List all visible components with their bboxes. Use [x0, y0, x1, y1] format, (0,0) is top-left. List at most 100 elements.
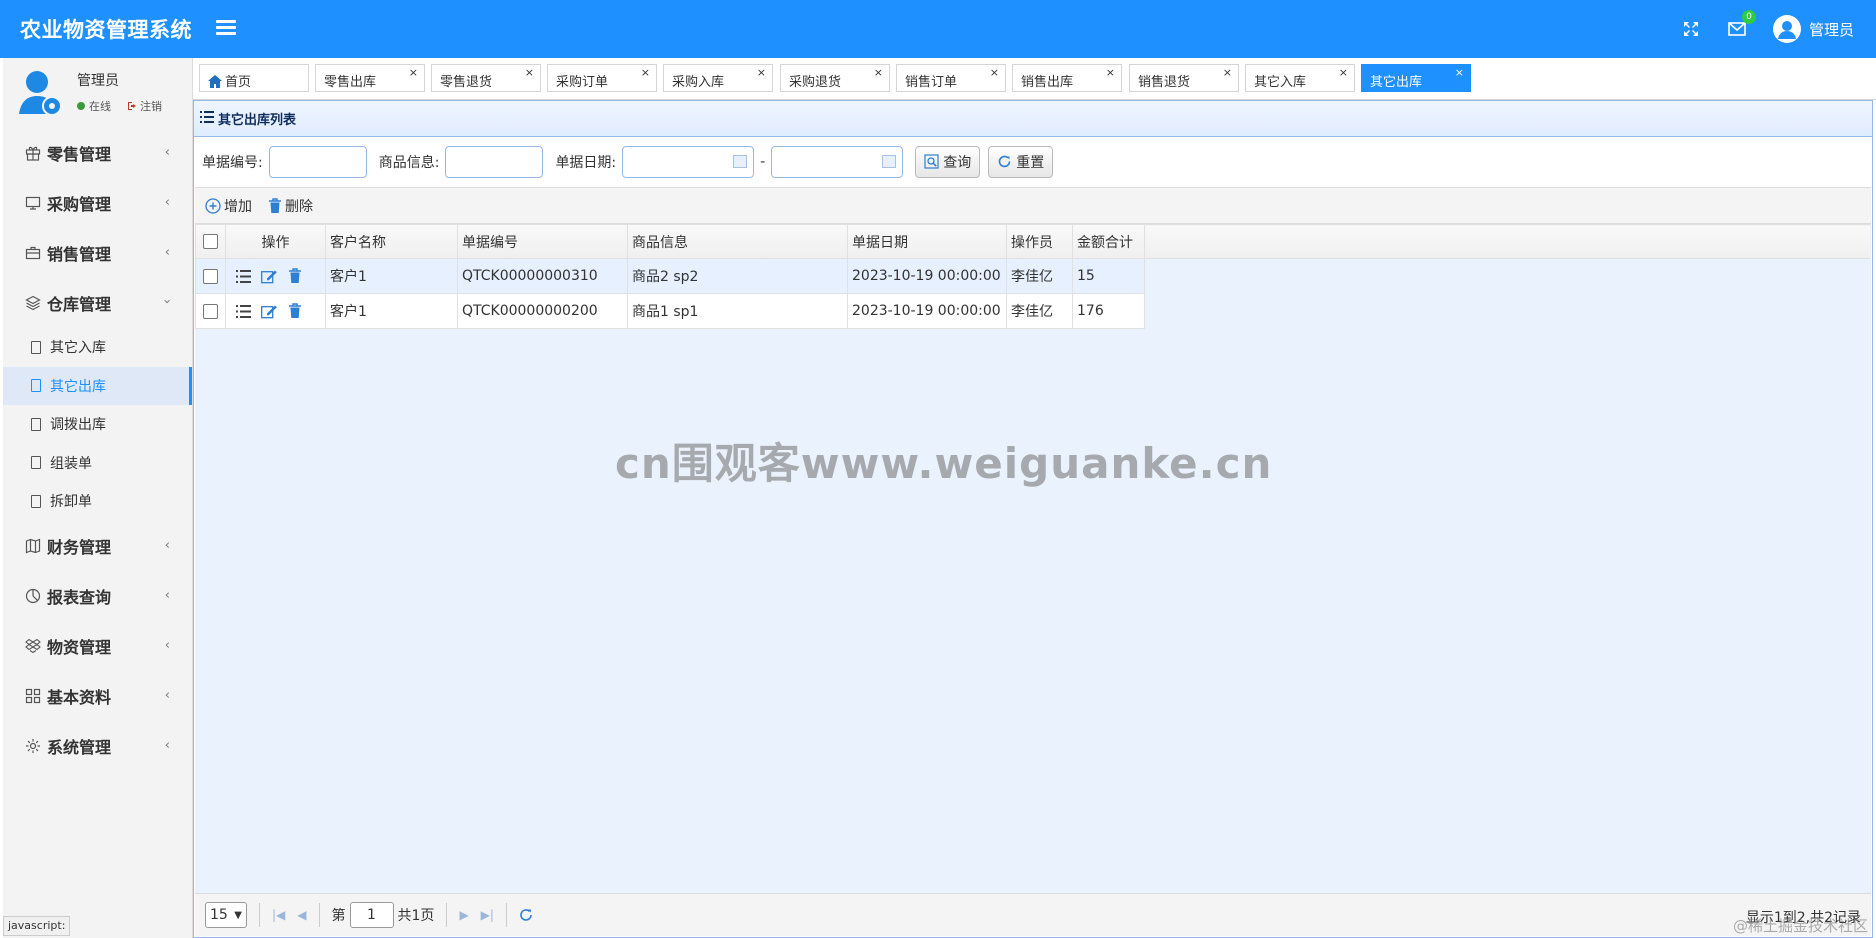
select-all-cell[interactable] [195, 224, 226, 259]
chevron-left-icon: ‹ [164, 245, 170, 260]
prev-page-icon[interactable]: ◀ [297, 908, 306, 922]
tab-sales-return[interactable]: 销售退货 × [1129, 64, 1239, 92]
menu-toggle-icon[interactable] [216, 17, 236, 39]
close-icon[interactable]: × [1339, 66, 1348, 79]
table-row[interactable]: 客户1 QTCK00000000200 商品1 sp1 2023-10-19 0… [195, 293, 1870, 329]
close-icon[interactable]: × [757, 66, 766, 79]
cell-operator: 李佳亿 [1006, 293, 1073, 329]
chevron-left-icon: ‹ [164, 587, 170, 603]
nav-group-warehouse[interactable]: 仓库管理 ‹ [3, 278, 192, 328]
tab-retail-out[interactable]: 零售出库 × [315, 64, 425, 92]
chevron-left-icon: ‹ [164, 537, 170, 553]
page-size-select[interactable]: 15 ▼ [205, 902, 247, 928]
add-circle-icon [205, 197, 221, 214]
date-start-input[interactable] [622, 145, 755, 178]
chevron-down-icon: ▼ [234, 909, 242, 921]
select-all-checkbox[interactable] [203, 234, 218, 249]
cell-amount: 176 [1072, 293, 1145, 329]
close-icon[interactable]: × [1455, 66, 1464, 79]
mail-icon[interactable]: 0 [1727, 10, 1756, 39]
cell-goods: 商品2 sp2 [627, 258, 848, 294]
first-page-icon[interactable]: |◀ [272, 908, 285, 922]
col-header-amount[interactable]: 金额合计 [1072, 224, 1145, 259]
tab-home[interactable]: 首页 [199, 64, 309, 92]
tab-purchase-return[interactable]: 采购退货 × [780, 64, 890, 92]
cell-date: 2023-10-19 00:00:00 [847, 258, 1007, 294]
page-number-input[interactable]: 1 [349, 902, 394, 928]
pager-divider [318, 903, 320, 927]
date-range-dash: - [760, 153, 766, 170]
tab-other-out[interactable]: 其它出库 × [1361, 64, 1471, 92]
detail-list-icon[interactable] [236, 304, 251, 318]
delete-button[interactable]: 删除 [268, 196, 313, 216]
close-icon[interactable]: × [990, 66, 999, 79]
trash-icon[interactable] [288, 303, 302, 319]
trash-icon[interactable] [288, 268, 302, 284]
tab-purchase-order[interactable]: 采购订单 × [547, 64, 657, 92]
edit-icon[interactable] [261, 269, 278, 284]
nav-group-reports[interactable]: 报表查询 ‹ [3, 571, 192, 621]
close-icon[interactable]: × [1223, 66, 1232, 79]
col-header-ops[interactable]: 操作 [225, 224, 326, 259]
row-checkbox[interactable] [203, 268, 218, 284]
sidebar-item-other-in[interactable]: 其它入库 [3, 328, 192, 367]
document-icon [31, 494, 41, 508]
gear-icon [23, 738, 43, 754]
sidebar-item-other-out[interactable]: 其它出库 [3, 366, 192, 405]
admin-avatar-icon [19, 68, 63, 118]
calendar-icon[interactable] [882, 154, 897, 168]
goods-input[interactable] [445, 145, 544, 178]
col-header-operator[interactable]: 操作员 [1006, 224, 1073, 259]
close-icon[interactable]: × [525, 66, 534, 79]
corner-watermark: @稀土掘金技术社区 [1732, 917, 1868, 935]
refresh-icon[interactable] [519, 908, 533, 922]
row-checkbox[interactable] [203, 303, 218, 319]
nav-group-basic-data[interactable]: 基本资料 ‹ [3, 671, 192, 721]
online-dot-icon [77, 102, 85, 110]
sidebar-item-assembly[interactable]: 组装单 [3, 444, 192, 483]
col-header-customer[interactable]: 客户名称 [325, 224, 458, 259]
nav-group-sales[interactable]: 销售管理 ‹ [3, 228, 192, 278]
edit-icon[interactable] [261, 304, 278, 319]
cell-amount: 15 [1072, 258, 1145, 294]
close-icon[interactable]: × [409, 66, 418, 79]
date-end-input[interactable] [771, 145, 904, 178]
col-header-goods[interactable]: 商品信息 [627, 224, 848, 259]
sidebar-item-disassembly[interactable]: 拆卸单 [3, 482, 192, 521]
reset-button[interactable]: 重置 [988, 145, 1054, 178]
nav-group-purchase[interactable]: 采购管理 ‹ [3, 178, 192, 228]
bill-no-input[interactable] [268, 145, 367, 178]
close-icon[interactable]: × [641, 66, 650, 79]
nav-group-finance[interactable]: 财务管理 ‹ [3, 521, 192, 571]
browser-status-bar: javascript: [3, 916, 71, 936]
tab-purchase-in[interactable]: 采购入库 × [663, 64, 773, 92]
table-row[interactable]: 客户1 QTCK00000000310 商品2 sp2 2023-10-19 0… [195, 258, 1870, 294]
fullscreen-icon[interactable] [1681, 19, 1701, 39]
table-header-row: 操作 客户名称 单据编号 商品信息 单据日期 操作员 金额合计 [195, 224, 1870, 259]
next-page-icon[interactable]: ▶ [459, 908, 468, 922]
calendar-icon[interactable] [733, 154, 748, 168]
header-filler [1144, 224, 1870, 259]
add-button[interactable]: 增加 [205, 196, 252, 216]
nav-group-system[interactable]: 系统管理 ‹ [3, 721, 192, 771]
detail-list-icon[interactable] [236, 269, 251, 283]
tab-retail-return[interactable]: 零售退货 × [431, 64, 541, 92]
close-icon[interactable]: × [874, 66, 883, 79]
query-button[interactable]: 查询 [915, 145, 981, 178]
col-header-bill-no[interactable]: 单据编号 [457, 224, 628, 259]
list-icon [200, 110, 214, 127]
tab-sales-order[interactable]: 销售订单 × [896, 64, 1006, 92]
logout-link[interactable]: 注销 [127, 98, 162, 114]
nav-group-materials[interactable]: 物资管理 ‹ [3, 621, 192, 671]
search-bar: 单据编号: 商品信息: 单据日期: - 查询 重置 [194, 137, 1872, 186]
close-icon[interactable]: × [1106, 66, 1115, 79]
app-title: 农业物资管理系统 [20, 18, 192, 42]
col-header-date[interactable]: 单据日期 [847, 224, 1007, 259]
sidebar-item-transfer-out[interactable]: 调拨出库 [3, 405, 192, 444]
tab-other-in[interactable]: 其它入库 × [1245, 64, 1355, 92]
dropbox-icon [23, 638, 43, 654]
last-page-icon[interactable]: ▶| [481, 908, 494, 922]
header-user-menu[interactable]: 管理员 [1772, 15, 1854, 43]
tab-sales-out[interactable]: 销售出库 × [1012, 64, 1122, 92]
nav-group-retail[interactable]: 零售管理 ‹ [3, 128, 192, 178]
